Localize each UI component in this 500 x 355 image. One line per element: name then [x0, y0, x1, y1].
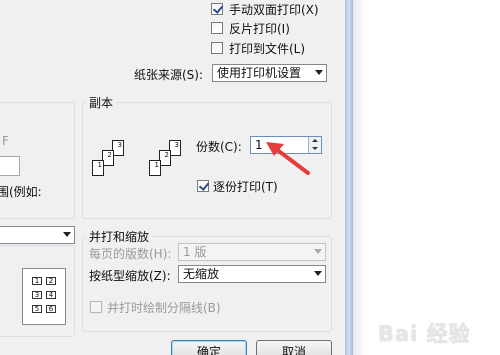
page-layout-preview: 1 2 3 4 5 6 [22, 268, 66, 325]
collate-icon-a: 3 2 1 [90, 140, 130, 188]
preview-cell: 2 [46, 277, 56, 285]
partial-letter: F [2, 134, 9, 148]
collate-label[interactable]: 逐份打印(T) [213, 178, 278, 195]
collate-checkbox[interactable] [197, 180, 209, 192]
manual-duplex-checkbox[interactable] [211, 3, 223, 15]
scale-to-paper-value: 无缩放 [183, 267, 220, 281]
paper-source-select[interactable]: 使用打印机设置 [212, 64, 327, 82]
paper-source-value: 使用打印机设置 [217, 66, 302, 80]
pages-per-sheet-select[interactable]: 1 版 [178, 243, 326, 261]
chevron-down-icon [314, 249, 322, 254]
paper-source-label: 纸张来源(S): [134, 68, 204, 82]
copies-title: 副本 [86, 94, 117, 111]
document-background [353, 0, 500, 355]
preview-cell: 3 [32, 291, 42, 299]
page-range-input[interactable] [0, 156, 20, 176]
reverse-print-checkbox[interactable] [211, 22, 223, 34]
print-to-file-checkbox[interactable] [211, 42, 223, 54]
copies-count-label: 份数(C): [196, 140, 242, 154]
ok-button[interactable]: 确定 [171, 340, 247, 355]
chevron-down-icon [63, 232, 71, 237]
print-to-file-label[interactable]: 打印到文件(L) [229, 40, 305, 57]
reverse-print-label[interactable]: 反片打印(I) [229, 20, 290, 37]
preview-cell: 4 [46, 291, 56, 299]
draw-borders-checkbox[interactable] [90, 301, 102, 313]
zoom-title: 并打和缩放 [86, 228, 153, 245]
collate-icon-b: 3 2 1 [147, 140, 187, 188]
chevron-down-icon [314, 271, 322, 276]
cancel-button[interactable]: 取消 [256, 340, 332, 355]
chevron-down-icon [312, 147, 318, 150]
scale-to-paper-label: 按纸型缩放(Z): [89, 269, 171, 283]
chevron-down-icon [315, 70, 323, 75]
window-border [345, 0, 353, 355]
preview-cell: 1 [32, 277, 42, 285]
annotation-arrow-icon [266, 142, 310, 175]
pages-per-sheet-value: 1 版 [183, 245, 207, 259]
preview-cell: 6 [46, 305, 56, 313]
page-range-example: 围(例如: [0, 185, 42, 199]
page-icon: 1 [92, 160, 104, 176]
scale-to-paper-select[interactable]: 无缩放 [178, 265, 326, 283]
draw-borders-label: 并打时绘制分隔线(B) [107, 301, 221, 315]
print-dialog: 手动双面打印(X) 反片打印(I) 打印到文件(L) 纸张来源(S): 使用打印… [0, 0, 345, 355]
copies-count-value: 1 [255, 138, 263, 152]
pages-per-sheet-label: 每页的版数(H): [89, 247, 172, 261]
preview-cell: 5 [32, 305, 42, 313]
page-icon: 1 [149, 160, 161, 176]
print-what-select[interactable] [0, 226, 75, 244]
manual-duplex-label[interactable]: 手动双面打印(X) [229, 1, 319, 18]
chevron-up-icon [312, 139, 318, 142]
watermark-logo: Bai 经验 [378, 322, 471, 346]
